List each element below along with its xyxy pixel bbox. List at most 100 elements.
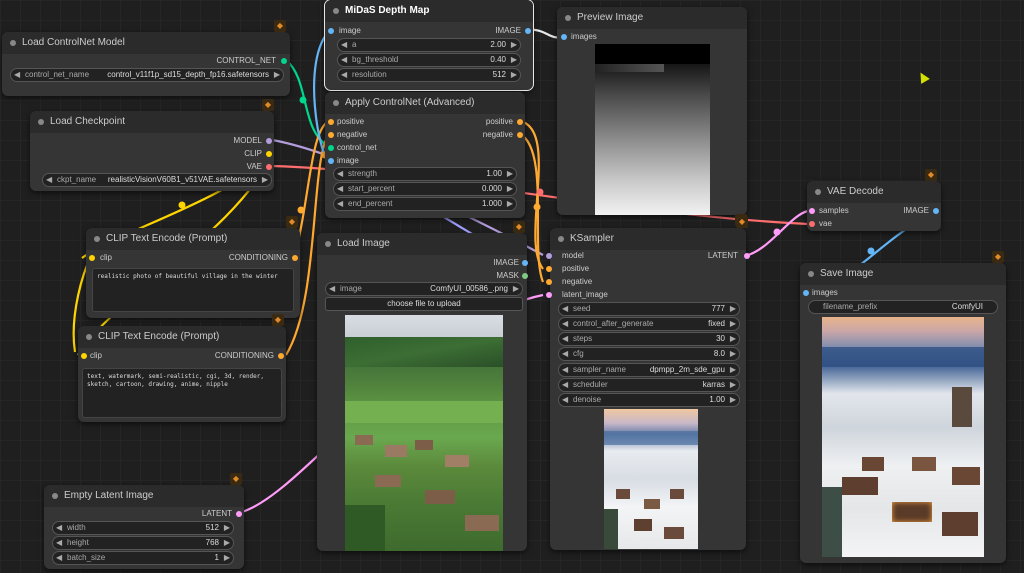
arrow-left-icon[interactable]: ◀	[329, 284, 335, 293]
scheduler-combo[interactable]: ◀ scheduler karras ▶	[558, 378, 740, 392]
arrow-right-icon[interactable]: ▶	[511, 55, 517, 64]
arrow-right-icon[interactable]: ▶	[224, 523, 230, 532]
input-dot[interactable]	[89, 255, 95, 261]
strength-number[interactable]: ◀ strength 1.00 ▶	[333, 167, 517, 181]
arrow-left-icon[interactable]: ◀	[56, 523, 62, 532]
output-clip[interactable]: CLIP	[244, 149, 262, 158]
output-dot[interactable]	[933, 208, 939, 214]
output-model[interactable]: MODEL	[234, 136, 262, 145]
end-percent-number[interactable]: ◀ end_percent 1.000 ▶	[333, 197, 517, 211]
arrow-right-icon[interactable]: ▶	[224, 538, 230, 547]
arrow-right-icon[interactable]: ▶	[511, 70, 517, 79]
output-dot[interactable]	[517, 119, 523, 125]
arrow-left-icon[interactable]: ◀	[562, 304, 568, 313]
input-images[interactable]: images	[812, 288, 838, 297]
arrow-right-icon[interactable]: ▶	[274, 70, 280, 79]
collapse-dot-icon[interactable]	[325, 241, 331, 247]
output-dot[interactable]	[236, 511, 242, 517]
arrow-right-icon[interactable]: ▶	[507, 199, 513, 208]
output-dot[interactable]	[266, 138, 272, 144]
node-midas-depth-map[interactable]: MiDaS Depth Map image IMAGE ◀ a 2.00 ▶ ◀ bg_…	[324, 0, 534, 91]
collapse-dot-icon[interactable]	[94, 236, 100, 242]
arrow-left-icon[interactable]: ◀	[337, 199, 343, 208]
node-header[interactable]: Load Image	[317, 233, 527, 255]
steps-number[interactable]: ◀ steps 30 ▶	[558, 332, 740, 346]
node-header[interactable]: MiDaS Depth Map	[325, 0, 533, 22]
input-dot[interactable]	[81, 353, 87, 359]
seed-number[interactable]: ◀ seed 777 ▶	[558, 302, 740, 316]
input-clip[interactable]: clip	[100, 253, 112, 262]
collapse-dot-icon[interactable]	[333, 8, 339, 14]
collapse-dot-icon[interactable]	[10, 40, 16, 46]
collapse-dot-icon[interactable]	[86, 334, 92, 340]
resolution-number[interactable]: ◀ resolution 512 ▶	[337, 68, 521, 82]
input-dot[interactable]	[561, 34, 567, 40]
node-vae-decode[interactable]: VAE Decode ◆ samples vae IMAGE	[807, 169, 941, 231]
output-negative[interactable]: negative	[483, 130, 513, 139]
output-positive[interactable]: positive	[486, 117, 513, 126]
input-positive[interactable]: positive	[562, 264, 589, 273]
arrow-right-icon[interactable]: ▶	[507, 184, 513, 193]
arrow-left-icon[interactable]: ◀	[337, 184, 343, 193]
node-header[interactable]: Save Image	[800, 263, 1006, 285]
input-image[interactable]: image	[339, 26, 361, 35]
input-control-net[interactable]: control_net	[337, 143, 377, 152]
input-latent-image[interactable]: latent_image	[562, 290, 608, 299]
arrow-left-icon[interactable]: ◀	[341, 40, 347, 49]
arrow-right-icon[interactable]: ▶	[224, 553, 230, 562]
output-dot[interactable]	[266, 164, 272, 170]
input-negative[interactable]: negative	[562, 277, 592, 286]
input-negative[interactable]: negative	[337, 130, 367, 139]
collapse-dot-icon[interactable]	[38, 119, 44, 125]
node-ksampler[interactable]: KSampler ◆ model positive negative laten…	[546, 216, 750, 550]
node-header[interactable]: Preview Image	[557, 7, 747, 29]
input-clip[interactable]: clip	[90, 351, 102, 360]
input-dot[interactable]	[546, 266, 552, 272]
input-dot[interactable]	[328, 119, 334, 125]
arrow-left-icon[interactable]: ◀	[341, 70, 347, 79]
arrow-left-icon[interactable]: ◀	[337, 169, 343, 178]
output-dot[interactable]	[522, 273, 528, 279]
output-dot[interactable]	[744, 253, 750, 259]
collapse-dot-icon[interactable]	[808, 271, 814, 277]
prompt-textarea[interactable]: realistic photo of beautiful village in …	[92, 268, 294, 312]
input-dot[interactable]	[546, 253, 552, 259]
arrow-left-icon[interactable]: ◀	[341, 55, 347, 64]
node-load-controlnet[interactable]: Load ControlNet Model ◆ CONTROL_NET ◀ co…	[2, 20, 290, 96]
output-latent[interactable]: LATENT	[202, 509, 232, 518]
input-image[interactable]: image	[337, 156, 359, 165]
input-dot[interactable]	[803, 290, 809, 296]
node-header[interactable]: CLIP Text Encode (Prompt)	[86, 228, 300, 250]
output-dot[interactable]	[278, 353, 284, 359]
node-header[interactable]: KSampler	[550, 228, 746, 250]
arrow-left-icon[interactable]: ◀	[56, 538, 62, 547]
input-vae[interactable]: vae	[819, 219, 832, 228]
input-dot[interactable]	[546, 292, 552, 298]
arrow-right-icon[interactable]: ▶	[513, 284, 519, 293]
output-image[interactable]: IMAGE	[903, 206, 929, 215]
control-net-name-combo[interactable]: ◀ control_net_name control_v11f1p_sd15_d…	[10, 68, 284, 82]
arrow-right-icon[interactable]: ▶	[730, 365, 736, 374]
input-positive[interactable]: positive	[337, 117, 364, 126]
output-dot[interactable]	[266, 151, 272, 157]
node-clip-text-encode-negative[interactable]: CLIP Text Encode (Prompt) ◆ clip CONDITI…	[78, 314, 286, 422]
node-load-checkpoint[interactable]: Load Checkpoint ◆ MODEL CLIP VAE ◀ ckpt_…	[30, 99, 274, 191]
node-empty-latent-image[interactable]: Empty Latent Image ◆ LATENT ◀ width 512 ▶ ◀…	[44, 473, 244, 569]
input-images[interactable]: images	[571, 32, 597, 41]
output-mask[interactable]: MASK	[496, 271, 519, 280]
node-header[interactable]: CLIP Text Encode (Prompt)	[78, 326, 286, 348]
collapse-dot-icon[interactable]	[558, 236, 564, 242]
arrow-left-icon[interactable]: ◀	[14, 70, 20, 79]
arrow-left-icon[interactable]: ◀	[562, 349, 568, 358]
output-dot[interactable]	[525, 28, 531, 34]
control-after-generate-combo[interactable]: ◀ control_after_generate fixed ▶	[558, 317, 740, 331]
filename-prefix-input[interactable]: filename_prefix ComfyUI	[808, 300, 998, 314]
node-save-image[interactable]: Save Image ◆ images filename_prefix Comfy…	[800, 251, 1006, 563]
output-conditioning[interactable]: CONDITIONING	[229, 253, 288, 262]
node-apply-controlnet-advanced[interactable]: Apply ControlNet (Advanced) positive neg…	[325, 92, 525, 218]
arrow-left-icon[interactable]: ◀	[562, 380, 568, 389]
collapse-dot-icon[interactable]	[333, 100, 339, 106]
arrow-right-icon[interactable]: ▶	[730, 319, 736, 328]
node-header[interactable]: Load Checkpoint	[30, 111, 274, 133]
a-number[interactable]: ◀ a 2.00 ▶	[337, 38, 521, 52]
